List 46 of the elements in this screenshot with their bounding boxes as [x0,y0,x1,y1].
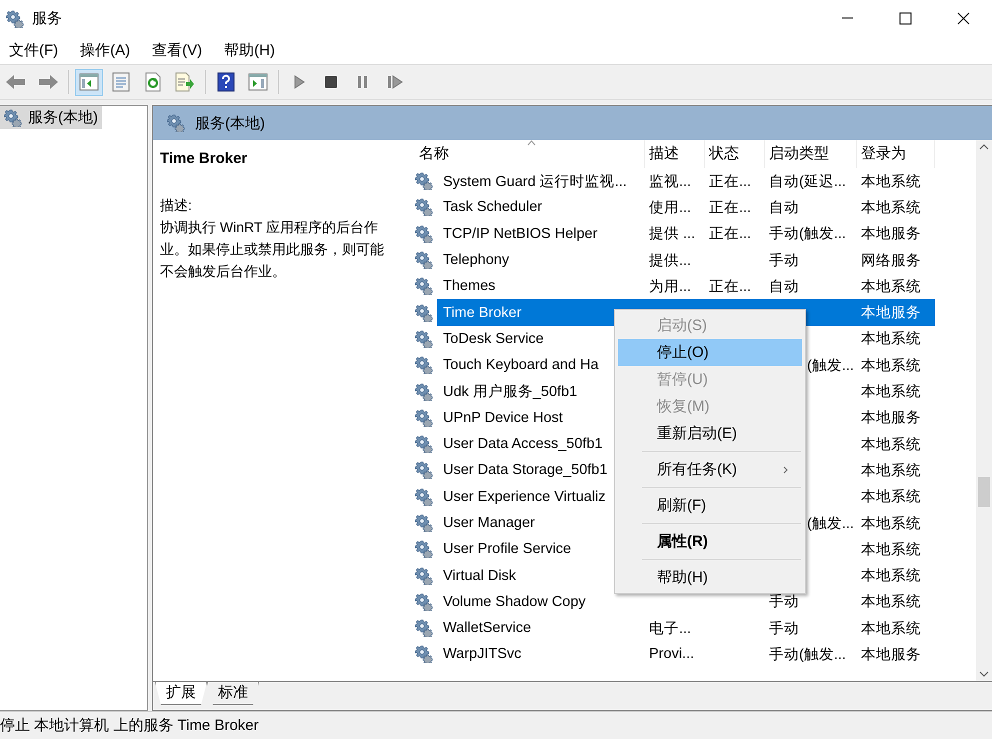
table-cell: 本地服务 [861,410,921,426]
table-cell: 本地系统 [861,436,921,453]
table-cell: 网络服务 [861,252,921,269]
table-cell-text: (触发... [806,516,854,532]
table-cell: 本地服务 [861,646,921,663]
table-cell: 电子... [649,620,692,637]
table-cell: 提供... [649,252,692,269]
window-title: 服务 [32,9,63,28]
table-cell: 本地系统 [861,542,921,558]
table-cell: 本地系统 [861,384,921,400]
table-cell: 为用... [649,278,692,295]
service-name: Time Broker [160,149,248,169]
table-cell: 提供 ... [649,226,696,242]
table-cell: 本地服务 [861,305,921,322]
table-cell: 本地服务 [861,226,921,242]
table-cell: 本地系统 [861,516,921,532]
table-cell: 自动(延迟... [769,174,846,190]
table-cell: 本地系统 [861,594,921,610]
table-cell: 手动 [769,620,799,637]
table-cell: 本地系统 [861,278,921,295]
table-cell: 本地系统 [861,462,921,479]
table-cell: 使用... [649,200,692,216]
description-text: 协调执行 WinRT 应用程序的后台作业。如果停止或禁用此服务，则可能不会触发后台作业。 [160,218,385,281]
table-cell: 本地系统 [861,620,921,637]
panel-title: 服务(本地) [195,114,265,132]
table-cell: 本地系统 [861,568,921,584]
table-cell: 监视... [649,174,692,190]
table-cell: 自动 [769,200,799,216]
table-cell: Provi... [649,646,694,662]
table-cell: 本地系统 [861,200,921,216]
table-cell: 本地系统 [861,489,921,506]
table-cell: 本地系统 [861,174,921,190]
description-label: 描述: [160,196,193,215]
table-cell: 正在... [709,174,752,190]
table-cell: 正在... [709,200,752,216]
table-cell: 手动 [769,594,799,610]
table-cell: 本地系统 [861,331,921,348]
table-cell-text: (触发... [806,358,854,374]
status-text: 停止 本地计算机 上的服务 Time Broker [0,716,259,735]
table-cell: 本地系统 [861,358,921,374]
table-cell: 手动 [769,252,799,269]
table-cell: 正在... [709,226,752,242]
table-cell: 手动(触发... [769,226,846,242]
table-cell: 自动 [769,278,799,295]
table-cell: 正在... [709,278,752,295]
table-cell: 手动(触发... [769,646,846,663]
